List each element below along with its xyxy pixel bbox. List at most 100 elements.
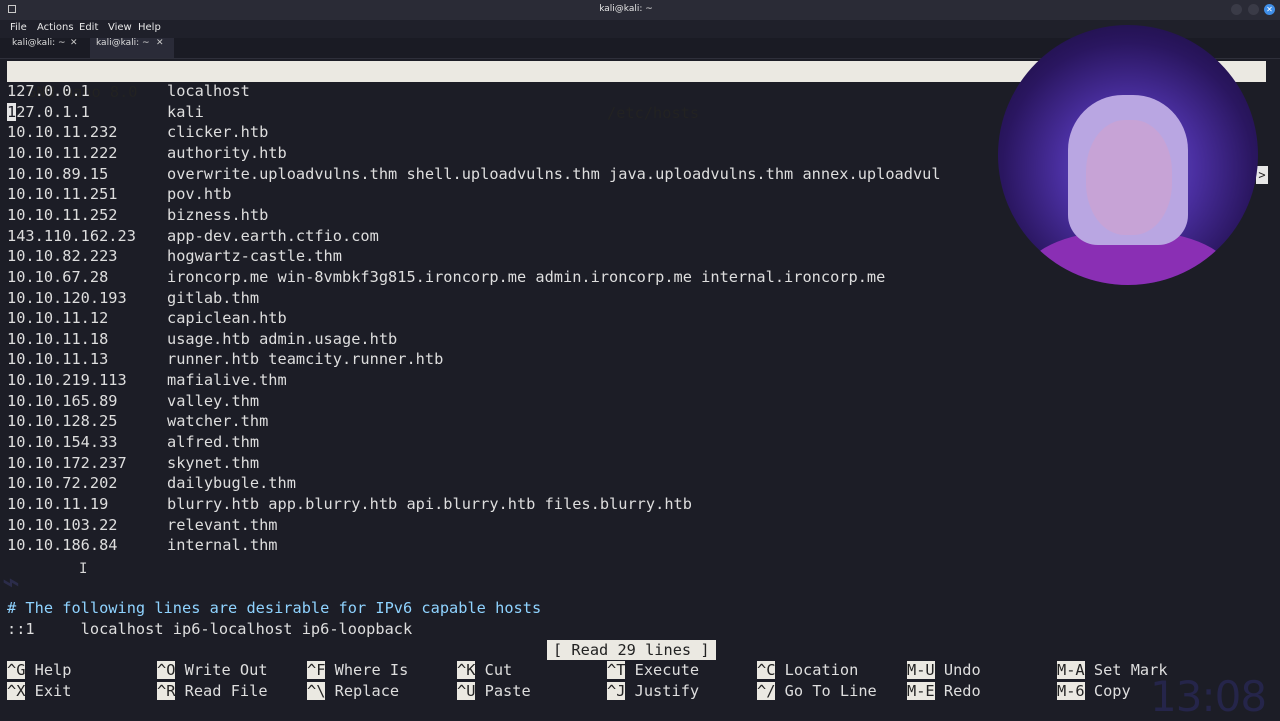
close-window-button[interactable]: ✕ [1264,4,1275,15]
host-ip: 10.10.67.28 [7,267,109,286]
tab-close-icon[interactable]: ✕ [70,38,78,48]
host-ip: 10.10.11.252 [7,205,118,224]
comment-line: # The following lines are desirable for … [7,599,542,617]
shortcut-key: ^J [607,681,626,700]
tab-label: kali@kali: ~ [96,38,150,48]
shortcut-key: M-U [907,661,935,679]
shortcut-label: Copy [1093,681,1131,700]
host-names: blurry.htb app.blurry.htb api.blurry.htb… [167,495,692,513]
shortcut-read-file[interactable]: ^R Read File [157,681,268,701]
host-ip: 10.10.154.33 [7,433,118,452]
host-names: capiclean.htb [167,309,287,328]
shortcut-exit[interactable]: ^X Exit [7,681,71,701]
menu-actions[interactable]: Actions [37,22,74,33]
host-names: bizness.htb [167,205,269,224]
shortcut-label: Go To Line [784,681,877,700]
host-ip: 10.10.103.22 [7,515,118,534]
line-overflow-indicator: > [1256,166,1268,184]
shortcut-label: Write Out [184,661,268,679]
shortcut-key: ^/ [757,681,776,700]
host-ip: 10.10.11.222 [7,143,118,162]
shortcut-go-to-line[interactable]: ^/ Go To Line [757,681,877,701]
shortcut-key: ^T [607,661,626,679]
shortcut-write-out[interactable]: ^O Write Out [157,660,268,680]
host-ip: 10.10.11.19 [7,495,109,513]
host-names: localhost [167,82,250,100]
shortcut-key: ^U [457,681,476,700]
shortcut-justify[interactable]: ^J Justify [607,681,699,701]
host-ip: 127.0.1.1 [7,102,90,121]
shortcut-label: Execute [634,661,700,679]
menu-edit[interactable]: Edit [79,22,98,33]
host-names: watcher.thm [167,412,269,431]
host-names: kali [167,102,204,121]
shortcut-label: Replace [334,681,400,700]
host-ip: 143.110.162.23 [7,226,136,245]
window-titlebar: kali@kali: ~ ✕ [0,0,1280,20]
shortcut-label: Read File [184,681,268,700]
tab-terminal-1[interactable]: kali@kali: ~ ✕ [6,38,86,58]
host-ip: 10.10.11.13 [7,350,109,369]
shortcut-location[interactable]: ^C Location [757,660,858,680]
menu-view[interactable]: View [108,22,132,33]
host-ip: 10.10.11.232 [7,123,118,142]
shortcut-key: ^K [457,661,476,679]
menu-file[interactable]: File [10,22,27,33]
window-title: kali@kali: ~ [599,4,653,14]
host-ip: 10.10.172.237 [7,453,127,472]
shortcut-replace[interactable]: ^\ Replace [307,681,399,701]
status-message: [ Read 29 lines ] [547,640,716,660]
host-names: runner.htb teamcity.runner.htb [167,350,444,369]
shortcut-key: ^C [757,661,776,679]
host-names: alfred.thm [167,433,260,452]
menu-help[interactable]: Help [138,22,161,33]
webcam-face [1086,120,1172,235]
shortcut-cut[interactable]: ^K Cut [457,660,512,680]
shortcut-copy[interactable]: M-6 Copy [1057,681,1131,701]
host-names: pov.htb [167,185,232,204]
host-names: app-dev.earth.ctfio.com [167,226,379,245]
shortcut-key: ^O [157,661,176,679]
shortcut-label: Exit [34,681,72,700]
shortcut-key: M-6 [1057,681,1085,700]
host-names: relevant.thm [167,515,278,534]
desktop-clock: 13:08 [1150,672,1267,721]
webcam-overlay [998,25,1258,285]
host-names: internal.thm [167,536,278,555]
minimize-button[interactable] [1231,4,1242,15]
shortcut-label: Redo [943,681,981,700]
shortcut-label: Justify [634,681,700,700]
host-ip: 10.10.89.15 [7,164,109,183]
shortcut-help[interactable]: ^G Help [7,660,71,680]
shortcut-key: ^R [157,681,176,700]
host-names: clicker.htb [167,123,269,142]
tab-terminal-2[interactable]: kali@kali: ~ ✕ [90,38,174,58]
host-ip: 10.10.82.223 [7,247,118,266]
shortcut-paste[interactable]: ^U Paste [457,681,531,701]
host-ip: 10.10.165.89 [7,391,118,410]
shortcut-redo[interactable]: M-E Redo [907,681,981,701]
shortcut-key: ^G [7,661,26,679]
host-names: valley.thm [167,391,260,410]
host-names: hogwartz-castle.thm [167,247,342,266]
tab-label: kali@kali: ~ [12,38,66,48]
host-names: dailybugle.thm [167,474,296,493]
editor-cursor: 1 [7,102,17,121]
shortcut-key: M-A [1057,661,1085,679]
shortcut-label: Undo [943,661,981,679]
host-names: overwrite.uploadvulns.thm shell.uploadvu… [167,164,941,183]
host-ip: 10.10.11.12 [7,309,109,328]
host-ip: 10.10.120.193 [7,288,127,307]
host-names: usage.htb admin.usage.htb [167,329,398,348]
shortcut-label: Help [34,661,72,679]
shortcut-execute[interactable]: ^T Execute [607,660,699,680]
host-names: ironcorp.me win-8vmbkf3g815.ironcorp.me … [167,267,886,286]
shortcut-where-is[interactable]: ^F Where Is [307,660,408,680]
maximize-button[interactable] [1248,4,1259,15]
shortcut-label: Paste [484,681,531,700]
shortcut-undo[interactable]: M-U Undo [907,660,981,680]
tab-close-icon[interactable]: ✕ [156,38,164,48]
shortcut-label: Where Is [334,661,409,679]
host-ip: 127.0.0.1 [7,82,90,100]
shortcut-key: M-E [907,681,935,700]
